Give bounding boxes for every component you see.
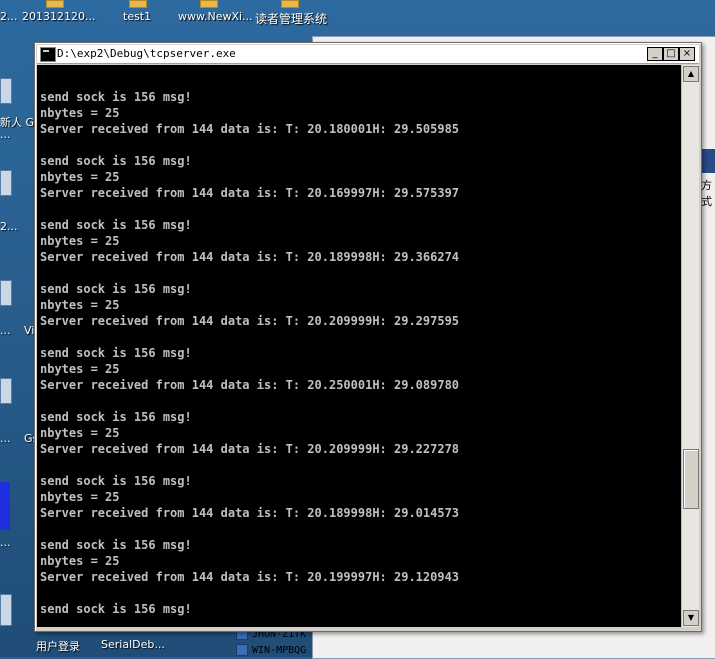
console-line: Server received from 144 data is: T: 20.… [40, 122, 460, 136]
folder-icon [129, 0, 147, 8]
scroll-down-button[interactable]: ▼ [683, 610, 699, 626]
folder-icon [200, 0, 218, 8]
console-line: send sock is 156 msg! [40, 410, 192, 424]
partial-label: 方式 [701, 179, 712, 208]
console-line: send sock is 156 msg! [40, 474, 192, 488]
selection-highlight [701, 149, 715, 173]
console-line: nbytes = 25 [40, 298, 120, 312]
desktop-icon-label: ... [0, 324, 11, 337]
console-output[interactable]: send sock is 156 msg! nbytes = 25 Server r… [37, 65, 682, 627]
desktop-icon-label: Vi [24, 324, 35, 337]
console-line: Server received from 144 data is: T: 20.… [40, 250, 460, 264]
console-window[interactable]: D:\exp2\Debug\tcpserver.exe _ □ × send s… [34, 42, 702, 632]
desktop-left-icons: 新人 GB ... 2... Vi ... Gs ... ... [0, 34, 42, 657]
console-line: nbytes = 25 [40, 426, 120, 440]
console-line: send sock is 156 msg! [40, 154, 192, 168]
console-line: Server received from 144 data is: T: 20.… [40, 442, 460, 456]
console-line: nbytes = 25 [40, 106, 120, 120]
console-line: nbytes = 25 [40, 554, 120, 568]
app-icon[interactable] [0, 594, 12, 626]
scroll-thumb[interactable] [683, 449, 699, 509]
desktop-icon-label: 2... [0, 10, 18, 23]
maximize-button[interactable]: □ [663, 47, 679, 61]
console-line: send sock is 156 msg! [40, 346, 192, 360]
desktop-icon-label: 201312120... [22, 10, 96, 23]
console-line: send sock is 156 msg! [40, 538, 192, 552]
desktop-icon-label: ... [0, 536, 11, 549]
console-line: send sock is 156 msg! [40, 602, 192, 616]
console-line: nbytes = 25 [40, 234, 120, 248]
vertical-scrollbar[interactable]: ▲ ▼ [681, 65, 699, 627]
list-item-label: WIN-MPBQG [252, 644, 307, 656]
desktop-icon-label: ... [0, 432, 11, 445]
console-line: nbytes = 25 [40, 362, 120, 376]
console-line: Server received from 144 data is: T: 20.… [40, 570, 460, 584]
desktop-icon-label: ... [0, 128, 11, 141]
desktop-top-icons: 2... 201312120... test1 www.NewXi... 读者管… [0, 0, 715, 34]
console-line: Server received from 144 data is: T: 20.… [40, 186, 460, 200]
scroll-up-button[interactable]: ▲ [683, 66, 699, 82]
close-button[interactable]: × [679, 47, 695, 61]
app-icon[interactable] [0, 280, 12, 306]
title-bar[interactable]: D:\exp2\Debug\tcpserver.exe _ □ × [37, 45, 699, 64]
console-line: send sock is 156 msg! [40, 90, 192, 104]
console-line: nbytes = 25 [40, 490, 120, 504]
desktop-icon-label: www.NewXi... [178, 10, 253, 23]
console-icon[interactable] [40, 47, 56, 62]
console-line: Server received from 144 data is: T: 20.… [40, 378, 460, 392]
console-line: Server received from 144 data is: T: 20.… [40, 506, 460, 520]
desktop-icon-label: test1 [123, 10, 152, 23]
minimize-button[interactable]: _ [647, 47, 663, 61]
folder-icon [281, 0, 299, 8]
app-icon[interactable] [0, 378, 12, 404]
console-line: nbytes = 25 [40, 170, 120, 184]
desktop-icon-serialdeb[interactable]: SerialDeb... [101, 638, 165, 651]
folder-icon [46, 0, 64, 8]
desktop-icon-label: 2... [0, 220, 18, 233]
app-icon[interactable] [0, 482, 10, 530]
console-line: send sock is 156 msg! [40, 218, 192, 232]
list-item[interactable]: WIN-MPBQG [236, 642, 306, 658]
app-icon[interactable] [0, 170, 12, 196]
desktop-icon-user-login[interactable]: 用户登录 [36, 638, 80, 654]
computer-icon [236, 644, 248, 656]
console-line: send sock is 156 msg! [40, 282, 192, 296]
app-icon[interactable] [0, 78, 12, 104]
desktop-icon-label: 读者管理系统 [255, 12, 328, 26]
window-title: D:\exp2\Debug\tcpserver.exe [57, 47, 236, 60]
console-line: Server received from 144 data is: T: 20.… [40, 314, 460, 328]
